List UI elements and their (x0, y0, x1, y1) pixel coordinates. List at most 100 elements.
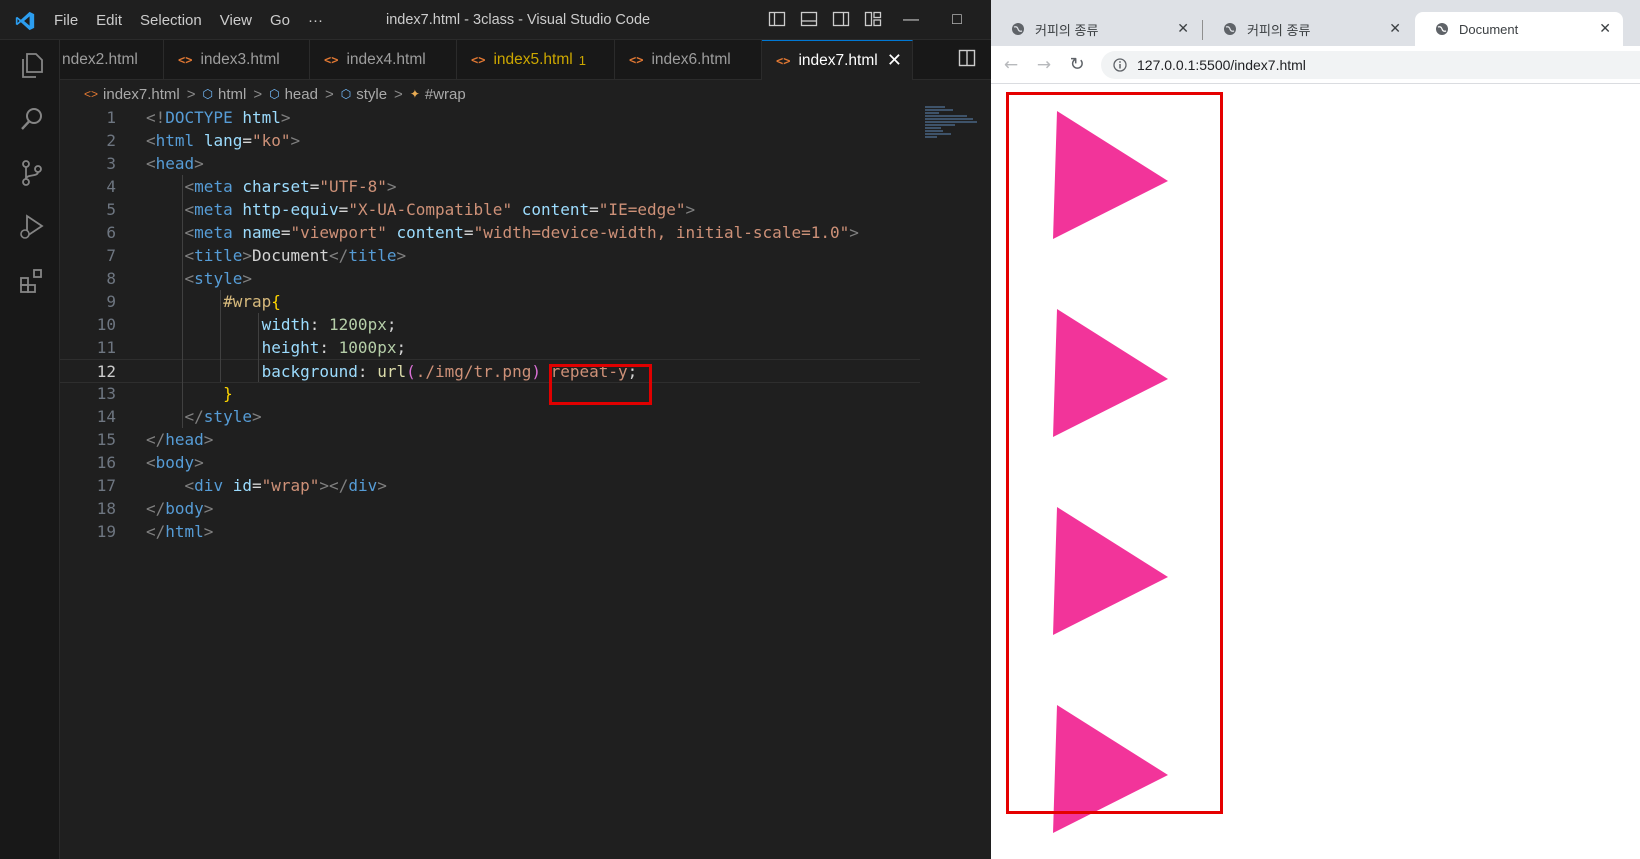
code-line[interactable]: 11 height: 1000px; (60, 336, 920, 360)
explorer-icon[interactable] (17, 50, 47, 80)
code-line[interactable]: 9 #wrap{ (60, 290, 920, 314)
forward-button[interactable]: → (1034, 55, 1054, 75)
address-bar[interactable]: 127.0.0.1:5500/index7.html (1101, 51, 1640, 79)
search-icon[interactable] (17, 104, 47, 134)
problem-count-badge: 1 (578, 52, 586, 68)
code-line[interactable]: 12 background: url(./img/tr.png) repeat-… (60, 359, 920, 383)
code-token: ; (386, 315, 397, 334)
menu-item[interactable]: Selection (140, 12, 214, 29)
tab-label: ndex2.html (62, 51, 138, 68)
tab-index2[interactable]: ndex2.html (60, 40, 164, 80)
code-line[interactable]: 13 } (60, 382, 920, 406)
code-line[interactable]: 18 </body> (60, 497, 920, 521)
close-icon[interactable]: ✕ (887, 50, 902, 71)
code-token: Document (251, 246, 330, 265)
menu-item[interactable]: Edit (96, 12, 134, 29)
browser-window: 커피의 종류 ✕ 커피의 종류 ✕ Document ✕ ← → ↻ 127.0… (991, 0, 1640, 859)
code-editor[interactable]: 1 <!DOCTYPE html> 2 <html lang="ko"> 3 <head>… (60, 106, 991, 859)
html-file-icon: <> (776, 53, 791, 68)
toggle-secondary-sidebar-icon[interactable] (832, 10, 850, 28)
minimize-button[interactable]: — (888, 0, 934, 40)
code-line[interactable]: 6 <meta name="viewport" content="width=d… (60, 221, 920, 245)
back-button[interactable]: ← (1001, 55, 1021, 75)
customize-layout-icon[interactable] (864, 10, 882, 28)
line-number: 12 (96, 362, 116, 381)
browser-tab-title: Document (1459, 21, 1519, 37)
code-line[interactable]: 4 <meta charset="UTF-8"> (60, 175, 920, 199)
toggle-primary-sidebar-icon[interactable] (768, 10, 786, 28)
tab-index5[interactable]: <> index5.html 1 (457, 40, 615, 80)
browser-tab-coffee-2[interactable]: 커피의 종류 ✕ (1203, 12, 1413, 46)
extensions-icon[interactable] (17, 266, 47, 296)
tab-index4[interactable]: <> index4.html (310, 40, 457, 80)
code-line[interactable]: 15 </head> (60, 428, 920, 452)
code-text: <body> (146, 451, 204, 475)
code-text: <title>Document</title> (146, 244, 407, 268)
breadcrumb-label: #wrap (424, 85, 466, 103)
code-line[interactable]: 7 <title>Document</title> (60, 244, 920, 268)
close-icon[interactable]: ✕ (1177, 20, 1189, 37)
tab-index6[interactable]: <> index6.html (615, 40, 762, 80)
tab-index7[interactable]: <> index7.html ✕ (762, 40, 913, 80)
minimap[interactable] (925, 106, 977, 146)
menu-item[interactable]: ··· (308, 12, 335, 29)
vscode-window: File Edit Selection View Go ··· index7.html -… (0, 0, 991, 859)
code-token: < (184, 269, 195, 288)
code-line[interactable]: 19 </html> (60, 520, 920, 544)
vscode-logo-icon[interactable] (14, 10, 36, 32)
breadcrumb-item[interactable]: ✦ #wrap (410, 86, 466, 103)
layout-controls (768, 10, 882, 28)
breadcrumb-item[interactable]: ⬡ style (341, 86, 387, 103)
source-control-icon[interactable] (17, 158, 47, 188)
reload-button[interactable]: ↻ (1067, 55, 1087, 75)
site-info-icon[interactable] (1113, 58, 1127, 72)
code-line[interactable]: 2 <html lang="ko"> (60, 129, 920, 153)
code-token: < (184, 223, 195, 242)
code-line[interactable]: 10 width: 1200px; (60, 313, 920, 337)
toggle-panel-icon[interactable] (800, 10, 818, 28)
code-text: </body> (146, 497, 213, 521)
code-line[interactable]: 3 <head> (60, 152, 920, 176)
line-number: 17 (96, 476, 116, 495)
code-token: = (242, 131, 252, 150)
code-line[interactable]: 8 <style> (60, 267, 920, 291)
code-line[interactable]: 16 <body> (60, 451, 920, 475)
browser-tab-coffee-1[interactable]: 커피의 종류 ✕ (991, 12, 1201, 46)
code-token: < (184, 200, 195, 219)
split-editor-icon[interactable] (958, 49, 976, 67)
code-line[interactable]: 17 <div id="wrap"></div> (60, 474, 920, 498)
close-icon[interactable]: ✕ (1389, 20, 1401, 37)
breadcrumb-item[interactable]: ⬡ html (203, 86, 247, 103)
run-and-debug-icon[interactable] (17, 212, 47, 242)
code-token: </ (184, 407, 204, 426)
menu-item[interactable]: File (54, 12, 90, 29)
breadcrumb-item[interactable]: ⬡ head (269, 86, 318, 103)
line-number: 18 (96, 499, 116, 518)
code-token: ( (406, 362, 416, 381)
breadcrumb-item[interactable]: <> index7.html (84, 86, 180, 103)
close-icon[interactable]: ✕ (1599, 20, 1611, 37)
code-token: > (290, 131, 301, 150)
menu-item[interactable]: View (220, 12, 264, 29)
maximize-button[interactable]: □ (934, 0, 980, 40)
globe-icon (1012, 23, 1024, 35)
code-line[interactable]: 14 </style> (60, 405, 920, 429)
code-token: http-equiv (242, 200, 339, 219)
menu-item[interactable]: Go (270, 12, 302, 29)
code-token: name (242, 223, 281, 242)
indent-guide (258, 313, 259, 382)
title-bar: File Edit Selection View Go ··· index7.html -… (0, 0, 991, 40)
code-line[interactable]: 1 <!DOCTYPE html> (60, 106, 920, 130)
browser-tab-document[interactable]: Document ✕ (1415, 12, 1623, 46)
code-token: = (280, 223, 291, 242)
tab-index3[interactable]: <> index3.html (164, 40, 310, 80)
code-text: </html> (146, 520, 213, 544)
code-line[interactable]: 5 <meta http-equiv="X-UA-Compatible" con… (60, 198, 920, 222)
